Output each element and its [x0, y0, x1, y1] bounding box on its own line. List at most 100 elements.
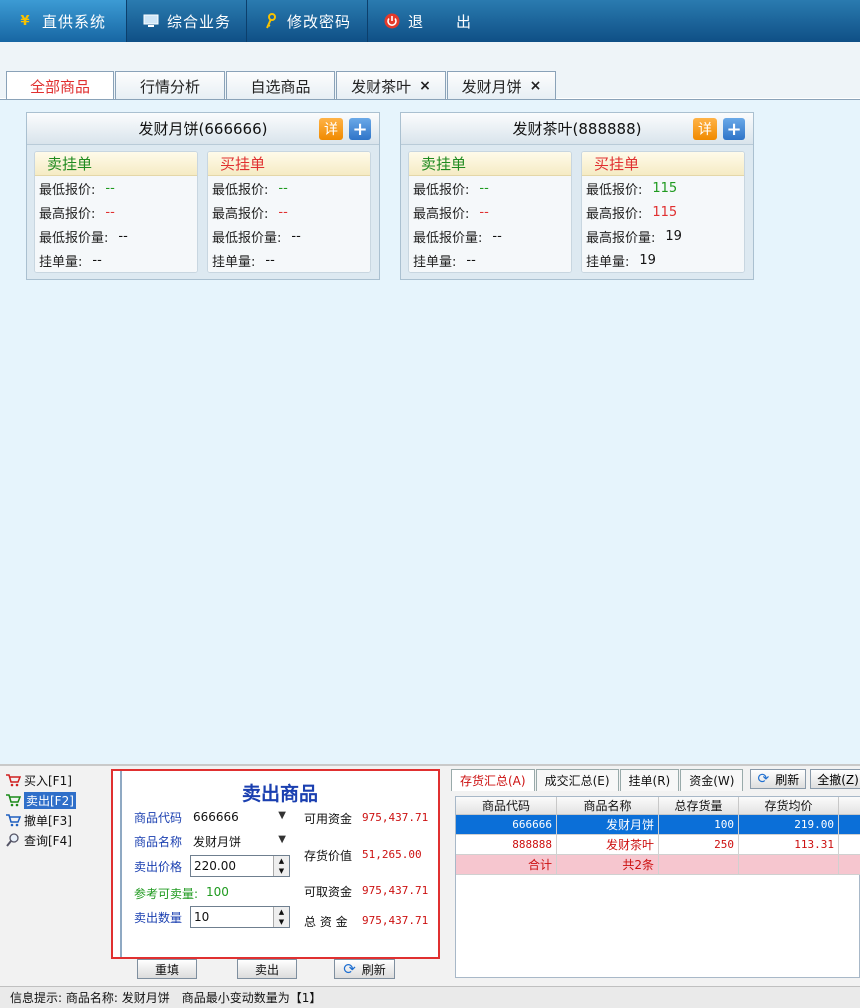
stat-label: 挂单量: [586, 254, 630, 270]
summary-row: 合计 共2条 [456, 855, 860, 875]
power-icon [384, 12, 400, 30]
stat-row: 最高报价: -- [35, 200, 197, 224]
column-header[interactable]: 商品名称 [557, 797, 659, 815]
stat-row: 最高报价: -- [409, 200, 571, 224]
tab-label: 行情分析 [139, 77, 200, 96]
nav-zhigong-system[interactable]: ¥ 直供系统 [0, 0, 127, 42]
stat-label: 最高报价: [39, 206, 96, 222]
detail-button[interactable]: 详 [693, 118, 717, 140]
cell-filler [839, 815, 860, 835]
cart-icon [4, 772, 22, 788]
tab-orders[interactable]: 挂单(R) [619, 769, 680, 791]
column-header[interactable]: 存货均价 [739, 797, 839, 815]
stat-row: 最高报价量: 19 [582, 224, 744, 248]
stock-value-value: 51,265.00 [362, 848, 422, 861]
table-row[interactable]: 888888 发财茶叶 250 113.31 [456, 835, 860, 855]
nav-label: 修改密码 [286, 12, 351, 31]
stat-label: 最高报价: [413, 206, 470, 222]
grid-refresh-button[interactable]: ⟳ 刷新 [750, 769, 807, 789]
stat-value: -- [278, 180, 288, 196]
tab-market-analysis[interactable]: 行情分析 [115, 71, 225, 100]
yen-icon: ¥ [20, 13, 30, 29]
side-item-cancel[interactable]: 撤单[F3] [4, 810, 104, 830]
stat-value: -- [466, 252, 476, 268]
cell-quantity: 250 [659, 835, 739, 855]
stat-label: 最低报价量: [413, 230, 483, 246]
sell-orders-title: 卖挂单 [409, 152, 571, 176]
spinner-arrows-icon[interactable]: ▲ ▼ [273, 907, 289, 927]
nav-label: 直供系统 [42, 12, 107, 31]
tab-favorite-goods[interactable]: 自选商品 [226, 71, 335, 100]
stat-value: 19 [639, 252, 656, 268]
sell-quantity-value: 10 [194, 910, 210, 924]
tab-label: 成交汇总(E) [544, 774, 610, 788]
withdrawable-funds-value: 975,437.71 [362, 884, 429, 897]
table-row[interactable]: 666666 发财月饼 100 219.00 [456, 815, 860, 835]
form-body: 卖出商品 商品代码 666666 ▼ 商品名称 发财月饼 ▼ 卖出价格 220.… [120, 771, 438, 957]
tab-label: 存货汇总(A) [460, 774, 526, 788]
buy-orders-title: 买挂单 [582, 152, 744, 176]
nav-logout[interactable]: 退 出 [368, 0, 478, 42]
stat-row: 最高报价: 115 [582, 200, 744, 224]
sell-quantity-input[interactable]: 10 ▲ ▼ [190, 906, 290, 928]
card-header: 发财茶叶(888888) 详 + [401, 113, 753, 145]
nav-label: 退 出 [408, 12, 473, 31]
cart-icon [4, 812, 22, 828]
nav-label: 综合业务 [167, 12, 232, 31]
cell-total-price [739, 855, 839, 875]
tab-funds[interactable]: 资金(W) [680, 769, 744, 791]
side-item-query[interactable]: 查询[F4] [4, 830, 104, 850]
tab-deal-summary[interactable]: 成交汇总(E) [535, 769, 619, 791]
cancel-all-button[interactable]: 全撤(Z) [810, 769, 860, 789]
side-item-sell[interactable]: 卖出[F2] [4, 790, 104, 810]
cell-avg-price: 113.31 [739, 835, 839, 855]
cell-total-count: 共2条 [557, 855, 659, 875]
tab-all-goods[interactable]: 全部商品 [6, 71, 114, 100]
tab-bar: 全部商品 行情分析 自选商品 发财茶叶 × 发财月饼 × [6, 71, 557, 100]
nav-general-business[interactable]: 综合业务 [127, 0, 247, 42]
goods-name-select[interactable]: 发财月饼 ▼ [190, 831, 288, 851]
column-header[interactable]: 总存货量 [659, 797, 739, 815]
detail-button[interactable]: 详 [319, 118, 343, 140]
refresh-button[interactable]: ⟳ 刷新 [334, 959, 395, 979]
nav-change-password[interactable]: 修改密码 [247, 0, 368, 42]
stat-label: 最低报价: [212, 182, 269, 198]
column-header[interactable]: 商品代码 [456, 797, 557, 815]
sell-button[interactable]: 卖出 [237, 959, 297, 979]
add-favorite-button[interactable]: + [349, 118, 371, 140]
goods-code-select[interactable]: 666666 ▼ [190, 807, 288, 827]
stat-row: 最低报价量: -- [409, 224, 571, 248]
stat-row: 挂单量: -- [208, 248, 370, 272]
stat-row: 挂单量: 19 [582, 248, 744, 272]
reference-sellable-value: 100 [206, 885, 229, 899]
card-buttons: 详 + [693, 118, 745, 140]
spinner-arrows-icon[interactable]: ▲ ▼ [273, 856, 289, 876]
add-favorite-button[interactable]: + [723, 118, 745, 140]
tab-facai-tea[interactable]: 发财茶叶 × [336, 71, 446, 100]
reset-button[interactable]: 重填 [137, 959, 197, 979]
stat-row: 最低报价: -- [208, 176, 370, 200]
cell-filler [839, 855, 860, 875]
close-icon[interactable]: × [419, 78, 431, 94]
close-icon[interactable]: × [530, 78, 542, 94]
status-message: 信息提示: 商品名称: 发财月饼 商品最小变动数量为【1】 [10, 991, 322, 1005]
sell-price-input[interactable]: 220.00 ▲ ▼ [190, 855, 290, 877]
stat-value: -- [105, 204, 115, 220]
column-header-filler [839, 797, 860, 815]
cart-icon [4, 792, 22, 808]
stat-value: -- [291, 228, 301, 244]
dropdown-arrow-icon: ▼ [278, 810, 286, 821]
grid-refresh-label: 刷新 [775, 772, 800, 787]
stat-value: -- [479, 204, 489, 220]
total-funds-label: 总 资 金 [304, 915, 348, 929]
side-item-buy[interactable]: 买入[F1] [4, 770, 104, 790]
sell-orders-title: 卖挂单 [35, 152, 197, 176]
cell-name: 发财月饼 [557, 815, 659, 835]
stat-label: 最高报价: [586, 206, 643, 222]
tab-facai-mooncake[interactable]: 发财月饼 × [447, 71, 556, 100]
stat-label: 最低报价量: [212, 230, 282, 246]
tab-inventory-summary[interactable]: 存货汇总(A) [451, 769, 535, 791]
sell-price-label: 卖出价格 [134, 860, 183, 874]
card-title: 发财茶叶(888888) [512, 120, 642, 138]
tab-label: 自选商品 [250, 77, 311, 96]
